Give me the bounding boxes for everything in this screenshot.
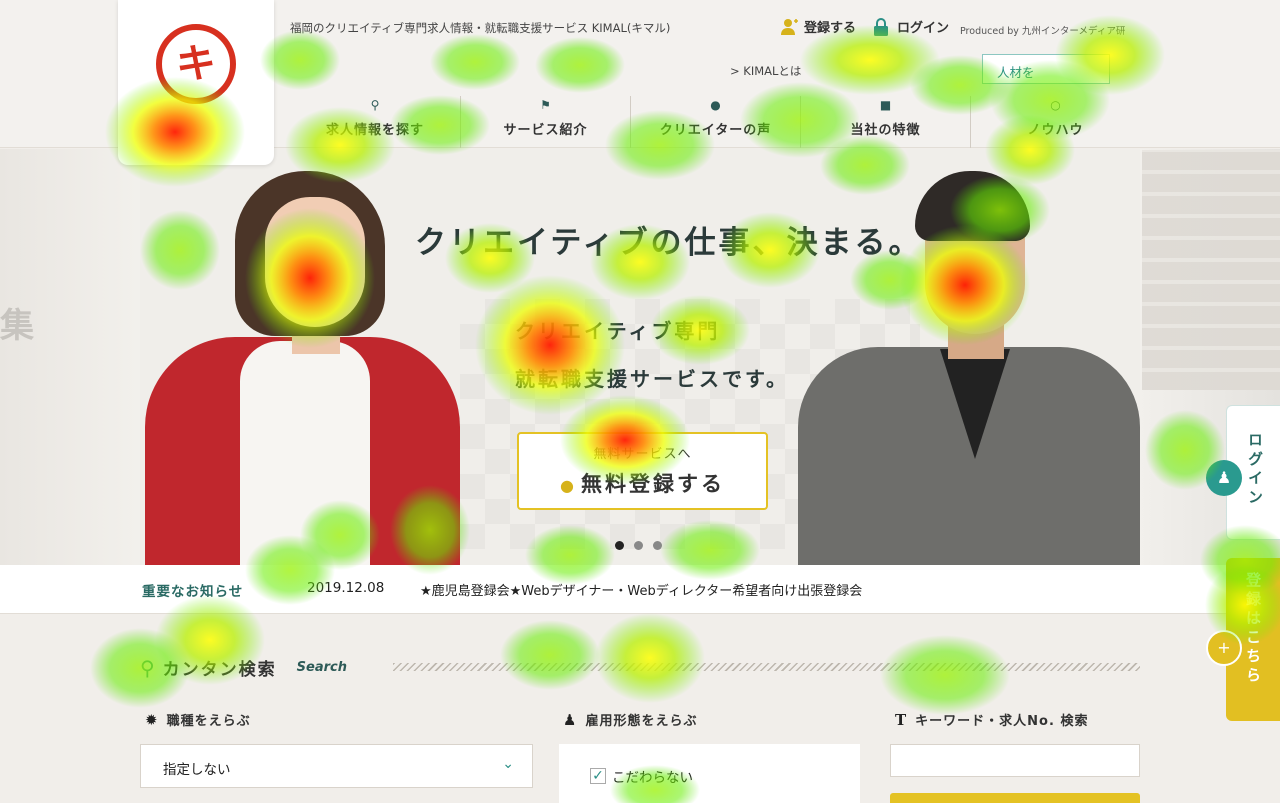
slider-dot[interactable]: [634, 541, 643, 550]
login-link[interactable]: ログイン: [873, 17, 949, 36]
hero-headline: クリエイティブの仕事、決まる。: [415, 225, 923, 261]
nav-item-label: クリエイターの声: [659, 123, 772, 138]
news-date: 2019.12.08: [307, 580, 385, 596]
nav-item-voices[interactable]: ● クリエイターの声: [630, 96, 800, 148]
news-bar: 重要なお知らせ 2019.12.08 ★鹿児島登録会★Webデザイナー・Webデ…: [0, 565, 1280, 614]
job-type-label-text: 職種をえらぶ: [166, 714, 251, 729]
nav-item-knowhow[interactable]: ○ ノウハウ: [970, 96, 1140, 148]
gear-icon: ✹: [145, 710, 159, 729]
hero-side-text: 集: [0, 306, 34, 346]
nav-item-service[interactable]: ⚑ サービス紹介: [460, 96, 630, 148]
person-icon: ♟: [563, 710, 578, 729]
job-type-select[interactable]: 指定しない ⌄: [140, 744, 533, 788]
nav-item-features[interactable]: ■ 当社の特徴: [800, 96, 970, 148]
produced-by: Produced by 九州インターメディア研: [960, 26, 1126, 37]
logo-mark: キ: [156, 24, 236, 104]
register-link-label: 登録する: [804, 21, 857, 36]
keyword-label: T キーワード・求人No. 検索: [895, 710, 1089, 730]
logo-character: キ: [176, 41, 216, 87]
search-icon: ⚲: [140, 655, 155, 680]
site-tagline: 福岡のクリエイティブ専門求人情報・就転職支援サービス KIMAL(キマル): [290, 21, 671, 35]
search-title: カンタン検索: [162, 660, 277, 680]
cta-label-wrap: ● 無料登録する: [519, 468, 766, 498]
hero-slider: クリエイティブの仕事、決まる。 クリエイティブ専門 就転職支援サービスです。 無…: [140, 149, 1140, 565]
free-register-button[interactable]: 無料サービスへ ● 無料登録する: [517, 432, 768, 510]
news-title-link[interactable]: ★鹿児島登録会★Webデザイナー・Webディレクター希望者向け出張登録会: [420, 580, 862, 599]
job-type-label: ✹ 職種をえらぶ: [145, 710, 251, 730]
search-heading: ⚲ カンタン検索 Search: [140, 655, 347, 681]
login-link-label: ログイン: [897, 21, 950, 36]
lightbulb-icon: ○: [1050, 98, 1061, 112]
hero-subheadline-1: クリエイティブ専門: [515, 319, 721, 343]
nav-item-label: 求人情報を探す: [325, 123, 424, 138]
side-login-label: ログイン: [1246, 432, 1264, 508]
global-nav: ⚲ 求人情報を探す ⚑ サービス紹介 ● クリエイターの声 ■ 当社の特徴 ○ …: [290, 96, 1140, 148]
recruit-button[interactable]: 人材を: [982, 54, 1110, 84]
register-link[interactable]: 登録する: [780, 17, 856, 36]
user-icon: ♟: [1206, 460, 1242, 496]
news-label: 重要なお知らせ: [142, 584, 244, 600]
nav-item-label: ノウハウ: [1027, 123, 1084, 138]
slider-dots: [615, 541, 662, 550]
nav-item-search-jobs[interactable]: ⚲ 求人情報を探す: [290, 96, 460, 148]
hero-keyboard-decoration: [1142, 150, 1280, 390]
checkbox-checked-icon: ✓: [590, 768, 606, 784]
search-icon: ⚲: [370, 98, 380, 112]
hero-subheadline-2: 就転職支援サービスです。: [515, 367, 789, 391]
slider-dot[interactable]: [615, 541, 624, 550]
search-divider: [393, 663, 1140, 671]
employment-options: ✓ こだわらない: [559, 744, 860, 803]
cta-caption: 無料サービスへ: [593, 447, 692, 462]
flag-icon: ⚑: [540, 98, 551, 112]
side-register-label: 登録はこちら: [1244, 572, 1262, 686]
site-logo[interactable]: キ: [118, 0, 274, 165]
employment-any-label: こだわらない: [612, 770, 693, 786]
add-user-icon: [780, 18, 798, 36]
keyword-label-text: キーワード・求人No. 検索: [915, 714, 1089, 729]
search-title-en: Search: [296, 660, 347, 675]
keyword-input[interactable]: [890, 744, 1140, 777]
search-submit-button[interactable]: [890, 793, 1140, 803]
text-icon: T: [895, 710, 908, 729]
about-kimal-link[interactable]: > KIMALとは: [730, 63, 801, 79]
add-user-icon: ●: [560, 476, 577, 495]
cta-label: 無料登録する: [580, 472, 725, 496]
add-user-icon: +: [1206, 630, 1242, 666]
chevron-down-icon: ⌄: [502, 756, 514, 772]
slider-dot[interactable]: [653, 541, 662, 550]
employment-label: ♟ 雇用形態をえらぶ: [563, 710, 698, 730]
speech-bubble-icon: ●: [710, 98, 721, 112]
lock-icon: [873, 17, 891, 36]
nav-item-label: 当社の特徴: [850, 123, 921, 138]
job-type-value: 指定しない: [163, 762, 231, 778]
book-icon: ■: [879, 98, 892, 112]
employment-label-text: 雇用形態をえらぶ: [585, 714, 698, 729]
nav-item-label: サービス紹介: [503, 123, 588, 138]
employment-any-checkbox[interactable]: ✓ こだわらない: [590, 766, 693, 786]
